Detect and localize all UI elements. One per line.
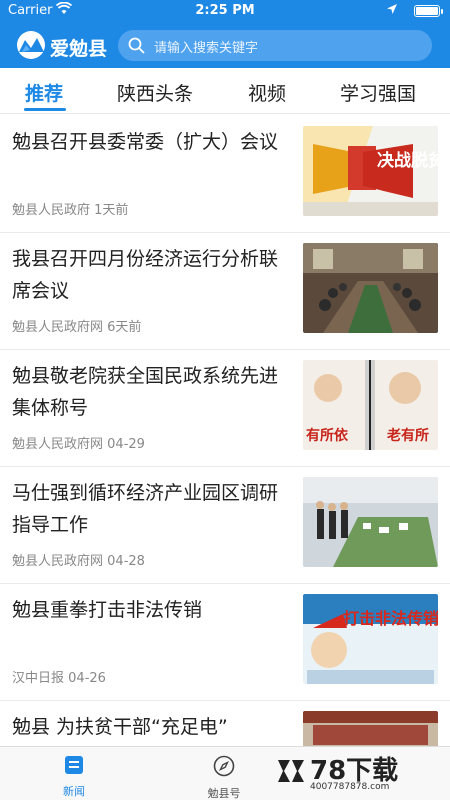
- tab-video[interactable]: 视频: [248, 79, 286, 106]
- news-time: 04-26: [68, 671, 106, 686]
- news-thumbnail: [303, 243, 438, 333]
- app-header: Carrier 2:25 PM 爱勉县 请输入搜索关键字: [0, 0, 450, 68]
- watermark-url: 4007787878.com: [310, 782, 390, 792]
- battery-icon: [414, 5, 443, 17]
- thumb-caption: 打击非法传销: [343, 609, 438, 628]
- news-thumbnail: 打击非法传销: [303, 594, 438, 684]
- news-meta: 勉县人民政府 1天前: [12, 199, 128, 218]
- search-placeholder: 请输入搜索关键字: [154, 41, 259, 56]
- thumb-caption: 老有所: [387, 427, 429, 444]
- news-icon: [65, 756, 83, 774]
- news-thumbnail: [303, 477, 438, 567]
- news-source: 勉县人民政府网: [12, 554, 104, 569]
- news-thumbnail: [303, 711, 438, 746]
- status-bar: Carrier 2:25 PM: [0, 0, 450, 22]
- news-meta: 勉县人民政府网 6天前: [12, 316, 141, 335]
- search-input[interactable]: 请输入搜索关键字: [118, 30, 432, 61]
- news-title: 勉县敬老院获全国民政系统先进集体称号: [12, 365, 279, 419]
- news-title: 我县召开四月份经济运行分析联席会议: [12, 248, 279, 302]
- compass-icon: [213, 755, 235, 777]
- news-item[interactable]: 我县召开四月份经济运行分析联席会议 勉县人民政府网 6天前: [0, 233, 450, 350]
- news-meta: 汉中日报 04-26: [12, 667, 106, 686]
- app-name: 爱勉县: [50, 38, 108, 60]
- thumb-caption: 决战脱贫: [377, 150, 438, 171]
- news-meta: 勉县人民政府网 04-29: [12, 433, 145, 452]
- nav-mianxian-account[interactable]: 勉县号: [184, 755, 264, 800]
- news-time: 1天前: [94, 203, 129, 218]
- news-time: 04-29: [107, 437, 145, 452]
- watermark-logo-icon: [274, 754, 308, 788]
- nav-news[interactable]: 新闻: [34, 755, 114, 799]
- tab-study-strong-nation[interactable]: 学习强国: [340, 79, 416, 106]
- news-item[interactable]: 马仕强到循环经济产业园区调研指导工作 勉县人民政府网 04-28: [0, 467, 450, 584]
- channel-tabs: 推荐 陕西头条 视频 学习强国: [0, 70, 450, 114]
- news-time: 6天前: [107, 320, 142, 335]
- news-title: 勉县重拳打击非法传销: [12, 599, 203, 621]
- site-watermark: 78下载 4007787878.com: [274, 752, 444, 798]
- news-source: 勉县人民政府网: [12, 437, 104, 452]
- news-thumbnail: 有所依 老有所: [303, 360, 438, 450]
- news-item[interactable]: 勉县敬老院获全国民政系统先进集体称号 勉县人民政府网 04-29 有所依 老有所: [0, 350, 450, 467]
- nav-mianxian-account-label: 勉县号: [207, 787, 241, 800]
- news-source: 勉县人民政府网: [12, 320, 104, 335]
- status-time: 2:25 PM: [195, 3, 255, 18]
- news-item[interactable]: 勉县召开县委常委（扩大）会议 勉县人民政府 1天前 决战脱贫: [0, 116, 450, 233]
- news-title: 勉县 为扶贫干部“充足电”: [12, 716, 228, 738]
- news-title: 勉县召开县委常委（扩大）会议: [12, 131, 279, 153]
- news-meta: 勉县人民政府网 04-28: [12, 550, 145, 569]
- news-source: 汉中日报: [12, 671, 65, 686]
- search-icon: [128, 37, 145, 58]
- news-item[interactable]: 勉县重拳打击非法传销 汉中日报 04-26 打击非法传销: [0, 584, 450, 701]
- news-item[interactable]: 勉县 为扶贫干部“充足电”: [0, 701, 450, 746]
- news-thumbnail: 决战脱贫: [303, 126, 438, 216]
- nav-news-label: 新闻: [63, 785, 85, 798]
- thumb-caption: 有所依: [306, 427, 349, 444]
- app-bar: 爱勉县 请输入搜索关键字: [0, 26, 450, 66]
- news-title: 马仕强到循环经济产业园区调研指导工作: [12, 482, 279, 536]
- app-logo-icon: [14, 30, 48, 60]
- active-tab-indicator: [24, 108, 66, 111]
- location-icon: [386, 3, 398, 19]
- tab-recommend[interactable]: 推荐: [25, 79, 63, 106]
- news-source: 勉县人民政府: [12, 203, 91, 218]
- tab-shaanxi-headlines[interactable]: 陕西头条: [117, 79, 193, 106]
- news-list[interactable]: 勉县召开县委常委（扩大）会议 勉县人民政府 1天前 决战脱贫 我县召开四月份经济…: [0, 116, 450, 746]
- news-time: 04-28: [107, 554, 145, 569]
